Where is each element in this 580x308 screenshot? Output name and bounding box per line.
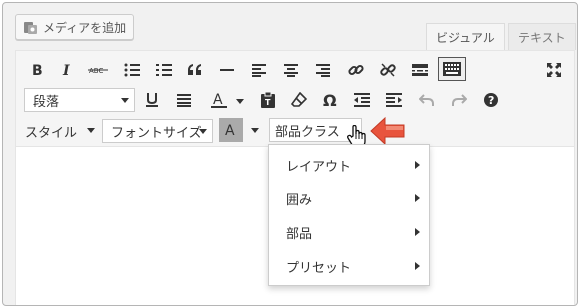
- bold-button[interactable]: B: [24, 57, 50, 83]
- chevron-right-icon: [415, 262, 420, 270]
- style-select[interactable]: スタイル: [20, 119, 100, 143]
- toolbar-toggle-button[interactable]: [438, 57, 466, 81]
- chevron-down-icon: [87, 128, 95, 133]
- media-add-icon: [23, 20, 38, 35]
- indent-icon[interactable]: [381, 87, 407, 113]
- editor-frame: メディアを追加 ビジュアル テキスト B I ABC 段落 A T Ω ? スタ…: [2, 2, 578, 306]
- bullet-list-button[interactable]: [119, 57, 145, 83]
- menu-item-label: 囲み: [286, 192, 313, 208]
- editor-toolbar: B I ABC 段落 A T Ω ? スタイル フォントサイズ A 部品クラス: [16, 51, 574, 148]
- background-color-button[interactable]: A: [219, 118, 243, 142]
- svg-text:Ω: Ω: [323, 92, 337, 108]
- special-character-icon[interactable]: Ω: [317, 87, 343, 113]
- text-color-button[interactable]: A: [204, 87, 234, 113]
- unlink-icon[interactable]: [375, 57, 401, 83]
- format-select[interactable]: 段落: [24, 88, 135, 112]
- menu-item-label: 部品: [286, 226, 313, 242]
- menu-item-preset[interactable]: プリセット: [269, 251, 429, 281]
- svg-text:B: B: [32, 63, 43, 77]
- chevron-right-icon: [415, 161, 420, 169]
- paste-text-icon[interactable]: T: [255, 87, 281, 113]
- clear-format-icon[interactable]: [286, 87, 312, 113]
- align-right-button[interactable]: [310, 57, 336, 83]
- bg-color-glyph: A: [225, 123, 235, 138]
- redo-icon[interactable]: [446, 87, 472, 113]
- parts-class-label: 部品クラス: [275, 124, 340, 140]
- svg-text:T: T: [265, 98, 271, 107]
- outdent-icon[interactable]: [349, 87, 375, 113]
- tab-text[interactable]: テキスト: [508, 23, 576, 50]
- help-icon[interactable]: ?: [478, 87, 504, 113]
- chevron-right-icon: [415, 228, 420, 236]
- format-select-value: 段落: [33, 94, 60, 110]
- menu-item-label: プリセット: [286, 260, 352, 276]
- font-size-select-value: フォントサイズ: [111, 125, 202, 141]
- font-size-select[interactable]: フォントサイズ: [102, 119, 213, 143]
- chevron-down-icon[interactable]: [236, 99, 244, 104]
- strikethrough-button[interactable]: ABC: [85, 57, 111, 83]
- numbered-list-button[interactable]: [151, 57, 177, 83]
- svg-text:ABC: ABC: [89, 67, 103, 75]
- undo-icon[interactable]: [414, 87, 440, 113]
- parts-class-dropdown: レイアウト 囲み 部品 プリセット: [268, 144, 430, 286]
- insert-link-icon[interactable]: [343, 57, 369, 83]
- add-media-button[interactable]: メディアを追加: [15, 14, 134, 40]
- pointer-arrow-icon: [370, 116, 406, 146]
- italic-button[interactable]: I: [54, 57, 80, 83]
- menu-item-box[interactable]: 囲み: [269, 183, 429, 213]
- align-left-button[interactable]: [246, 57, 272, 83]
- chevron-right-icon: [415, 194, 420, 202]
- chevron-down-icon: [121, 98, 129, 103]
- blockquote-button[interactable]: [182, 57, 208, 83]
- fullscreen-icon[interactable]: [541, 57, 567, 83]
- svg-text:?: ?: [488, 94, 494, 107]
- horizontal-line-button[interactable]: [214, 57, 240, 83]
- read-more-button[interactable]: [407, 57, 433, 83]
- chevron-down-icon[interactable]: [251, 128, 259, 133]
- underline-button[interactable]: [139, 87, 165, 113]
- chevron-down-icon: [199, 129, 207, 134]
- justify-button[interactable]: [171, 87, 197, 113]
- style-select-value: スタイル: [25, 125, 78, 141]
- svg-text:I: I: [62, 63, 70, 77]
- menu-item-label: レイアウト: [286, 159, 352, 175]
- text-color-glyph: A: [213, 92, 223, 108]
- menu-item-layout[interactable]: レイアウト: [269, 150, 429, 180]
- align-center-button[interactable]: [278, 57, 304, 83]
- tab-visual[interactable]: ビジュアル: [426, 23, 505, 50]
- menu-item-parts[interactable]: 部品: [269, 217, 429, 247]
- add-media-label: メディアを追加: [43, 20, 127, 35]
